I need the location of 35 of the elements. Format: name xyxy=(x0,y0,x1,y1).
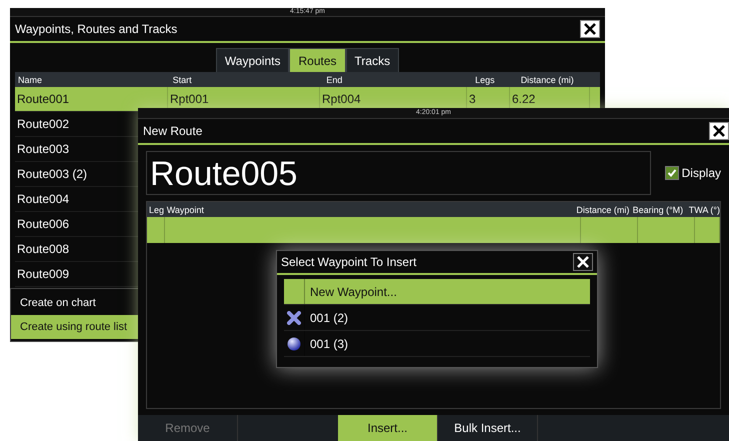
close-button[interactable] xyxy=(709,122,729,140)
display-checkbox[interactable] xyxy=(664,166,679,180)
menu-item[interactable]: Create on chart xyxy=(11,291,139,315)
close-button[interactable] xyxy=(573,253,593,271)
route-name-field[interactable]: Route005 xyxy=(146,151,651,195)
close-button[interactable] xyxy=(580,20,600,38)
sphere-marker-icon xyxy=(287,336,301,350)
column-header: Distance (mi) xyxy=(575,204,630,214)
list-item[interactable]: 001 (3) xyxy=(284,331,590,357)
column-header: Name xyxy=(17,74,44,84)
close-icon xyxy=(713,125,725,137)
cross-marker-icon xyxy=(287,310,301,324)
list-item[interactable]: 001 (2) xyxy=(284,305,590,331)
column-header: TWA (°) xyxy=(688,204,720,214)
window-title: Waypoints, Routes and Tracks xyxy=(15,22,178,36)
tab[interactable]: Tracks xyxy=(346,48,400,72)
close-icon xyxy=(584,23,596,35)
tab[interactable]: Waypoints xyxy=(216,48,290,72)
dialog-title: Select Waypoint To Insert xyxy=(281,255,416,269)
menu-item[interactable]: Create using route list xyxy=(11,315,139,339)
column-header: Legs xyxy=(474,74,496,84)
list-item-label: New Waypoint... xyxy=(310,284,397,298)
action-button[interactable]: Bulk Insert... xyxy=(438,415,538,441)
action-button[interactable]: Insert... xyxy=(338,415,438,441)
tab[interactable]: Routes xyxy=(289,48,346,72)
close-icon xyxy=(577,256,589,268)
column-header: End xyxy=(325,74,344,84)
column-header: Waypoint xyxy=(166,204,205,214)
column-header: Start xyxy=(172,74,193,84)
list-item-label: 001 (3) xyxy=(310,336,348,350)
column-header: Bearing (°M) xyxy=(632,204,684,214)
column-header: Distance (mi) xyxy=(520,74,575,84)
list-item[interactable]: New Waypoint... xyxy=(284,279,590,305)
list-item-label: 001 (2) xyxy=(310,310,348,324)
checkbox-label: Display xyxy=(682,166,721,180)
